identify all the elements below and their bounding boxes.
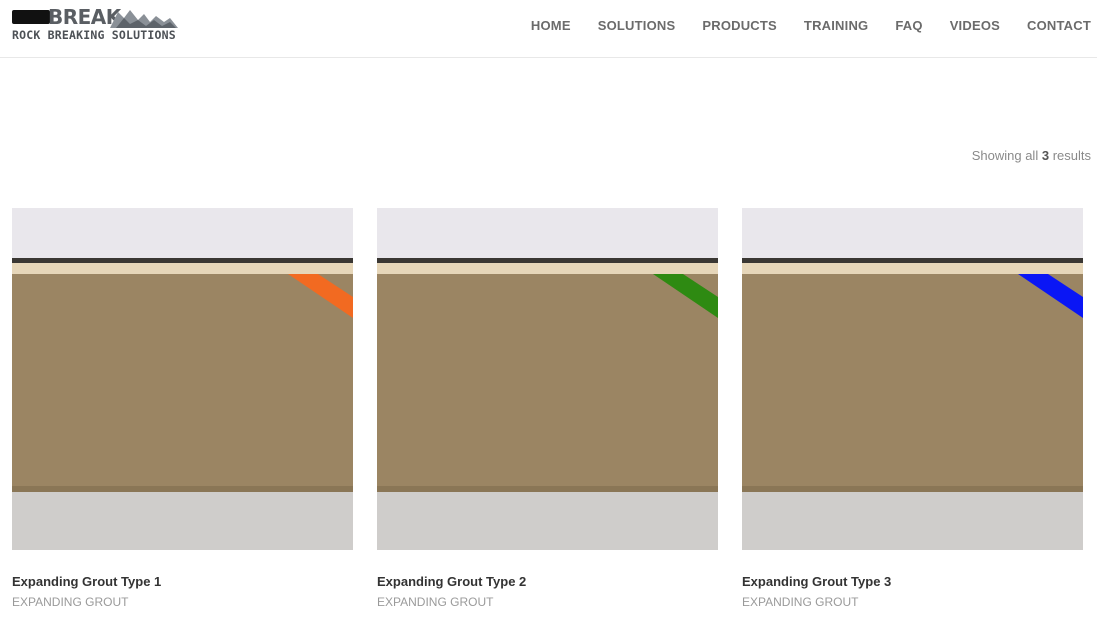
product-image[interactable]: [742, 208, 1083, 550]
result-count-prefix: Showing all: [971, 148, 1039, 163]
nav-contact[interactable]: CONTACT: [1014, 18, 1091, 33]
logo-redaction: [12, 10, 50, 24]
nav-videos[interactable]: VIDEOS: [936, 18, 1013, 33]
main-nav: HOME SOLUTIONS PRODUCTS TRAINING FAQ VID…: [517, 18, 1091, 33]
product-title[interactable]: Expanding Grout Type 3: [742, 574, 1083, 589]
product-image[interactable]: [377, 208, 718, 550]
product-card[interactable]: Expanding Grout Type 2 EXPANDING GROUT: [377, 208, 718, 609]
result-count-number: 3: [1041, 148, 1050, 163]
nav-home[interactable]: HOME: [517, 18, 584, 33]
product-image[interactable]: [12, 208, 353, 550]
result-count-suffix: results: [1052, 148, 1091, 163]
nav-faq[interactable]: FAQ: [882, 18, 936, 33]
product-card[interactable]: Expanding Grout Type 1 EXPANDING GROUT: [12, 208, 353, 609]
logo-tagline: ROCK BREAKING SOLUTIONS: [12, 28, 176, 42]
site-header: BREAK ROCK BREAKING SOLUTIONS HOME SOLUT…: [0, 0, 1097, 58]
nav-solutions[interactable]: SOLUTIONS: [584, 18, 689, 33]
product-card[interactable]: Expanding Grout Type 3 EXPANDING GROUT: [742, 208, 1083, 609]
site-logo[interactable]: BREAK ROCK BREAKING SOLUTIONS: [12, 6, 182, 46]
result-count: Showing all 3 results: [972, 148, 1091, 163]
product-category[interactable]: EXPANDING GROUT: [377, 595, 718, 609]
product-title[interactable]: Expanding Grout Type 1: [12, 574, 353, 589]
nav-training[interactable]: TRAINING: [790, 18, 881, 33]
rocks-icon: [110, 10, 178, 28]
product-category[interactable]: EXPANDING GROUT: [742, 595, 1083, 609]
product-title[interactable]: Expanding Grout Type 2: [377, 574, 718, 589]
product-category[interactable]: EXPANDING GROUT: [12, 595, 353, 609]
nav-products[interactable]: PRODUCTS: [689, 18, 791, 33]
